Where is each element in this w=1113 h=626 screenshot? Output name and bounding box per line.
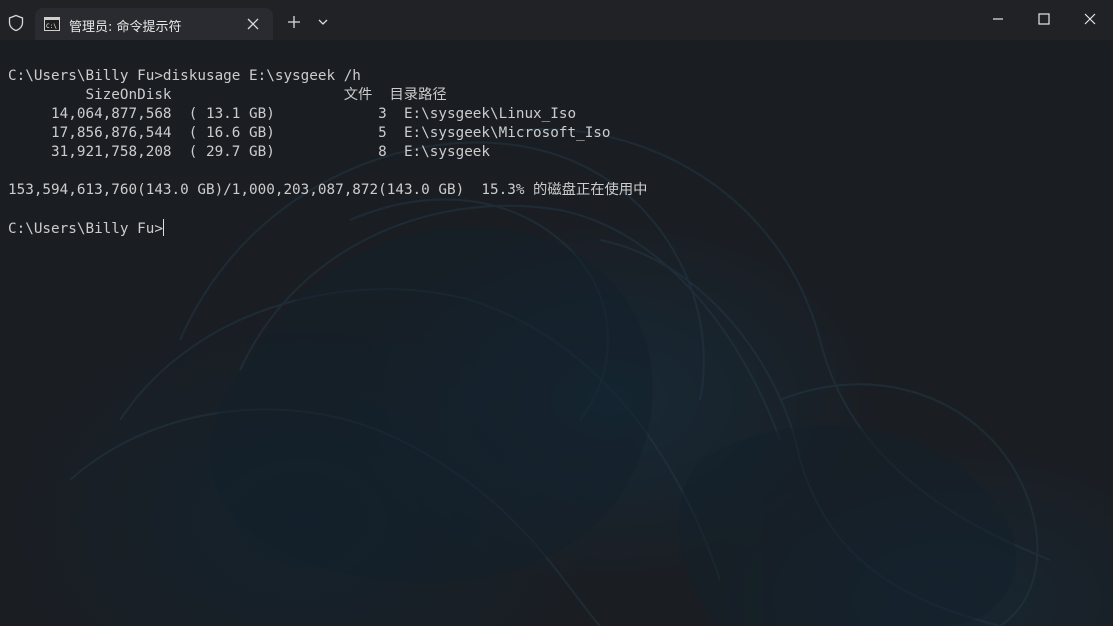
tab-command-prompt[interactable]: C:\ 管理员: 命令提示符	[35, 8, 273, 40]
maximize-icon[interactable]	[1037, 12, 1051, 26]
close-window-icon[interactable]	[1083, 12, 1097, 26]
close-tab-icon[interactable]	[246, 17, 260, 31]
new-tab-icon[interactable]	[287, 15, 301, 29]
chevron-down-icon[interactable]	[317, 16, 329, 28]
output-line: 14,064,877,568 ( 13.1 GB) 3 E:\sysgeek\L…	[8, 106, 577, 122]
terminal-output: C:\Users\Billy Fu>diskusage E:\sysgeek /…	[8, 67, 647, 239]
output-line: C:\Users\Billy Fu>diskusage E:\sysgeek /…	[8, 68, 361, 84]
output-line: 17,856,876,544 ( 16.6 GB) 5 E:\sysgeek\M…	[8, 125, 611, 141]
prompt: C:\Users\Billy Fu>	[8, 221, 163, 237]
svg-text:C:\: C:\	[46, 23, 57, 30]
terminal-pane[interactable]: C:\Users\Billy Fu>diskusage E:\sysgeek /…	[0, 40, 1113, 626]
output-line: 31,921,758,208 ( 29.7 GB) 8 E:\sysgeek	[8, 144, 491, 160]
shield-icon	[8, 14, 24, 32]
command-prompt-icon: C:\	[44, 17, 60, 31]
output-line: 153,594,613,760(143.0 GB)/1,000,203,087,…	[8, 182, 648, 198]
tab-title: 管理员: 命令提示符	[69, 20, 182, 35]
output-line: SizeOnDisk 文件 目录路径	[8, 87, 447, 103]
minimize-icon[interactable]	[991, 12, 1005, 26]
terminal-window: C:\ 管理员: 命令提示符 C:\Users\Billy Fu>diskusa…	[0, 0, 1113, 626]
text-cursor	[162, 219, 164, 236]
title-bar[interactable]: C:\ 管理员: 命令提示符	[0, 0, 1113, 40]
